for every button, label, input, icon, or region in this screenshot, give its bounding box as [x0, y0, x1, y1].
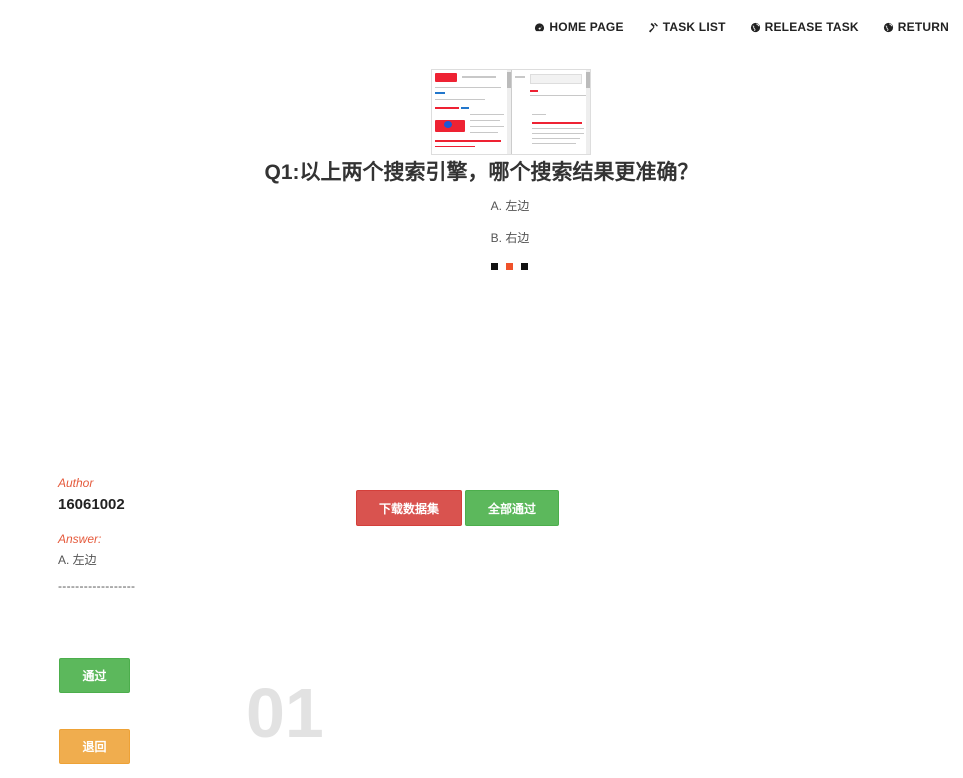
carousel-dot[interactable]: [521, 263, 528, 270]
nav-home-page-label: HOME PAGE: [549, 20, 624, 34]
return-button[interactable]: 退回: [59, 729, 130, 764]
right-search-pane: [512, 70, 590, 154]
question-title: Q1:以上两个搜索引擎，哪个搜索结果更准确？: [264, 161, 699, 184]
globe-icon: [883, 22, 894, 33]
nav-task-list[interactable]: TASK LIST: [648, 20, 726, 34]
author-id: 16061002: [58, 496, 125, 513]
globe-icon: [750, 22, 761, 33]
page-number: 01: [246, 674, 324, 752]
carousel-dot-active[interactable]: [506, 263, 513, 270]
nav-release-task-label: RELEASE TASK: [764, 20, 859, 34]
nav-return[interactable]: RETURN: [883, 20, 949, 34]
left-search-pane: [432, 70, 512, 154]
dashboard-icon: [534, 22, 545, 33]
nav-task-list-label: TASK LIST: [662, 20, 726, 34]
pass-button[interactable]: 通过: [59, 658, 130, 693]
carousel-indicators: [491, 263, 528, 270]
top-nav: HOME PAGE TASK LIST RELEASE TASK RETURN: [534, 20, 949, 34]
option-b: B. 右边: [490, 231, 530, 245]
author-label: Author: [58, 476, 94, 490]
download-dataset-button[interactable]: 下载数据集: [356, 490, 462, 526]
carousel-dot[interactable]: [491, 263, 498, 270]
answer-value: A. 左边: [58, 553, 97, 567]
option-a: A. 左边: [490, 199, 530, 213]
question-image: [431, 69, 591, 155]
answer-label: Answer:: [58, 532, 102, 546]
gavel-icon: [648, 22, 659, 33]
baidu-logo: [435, 73, 457, 82]
nav-release-task[interactable]: RELEASE TASK: [750, 20, 859, 34]
pass-all-button[interactable]: 全部通过: [465, 490, 559, 526]
nav-return-label: RETURN: [897, 20, 949, 34]
nav-home-page[interactable]: HOME PAGE: [534, 20, 623, 34]
dashed-divider: ------------------: [58, 579, 136, 593]
